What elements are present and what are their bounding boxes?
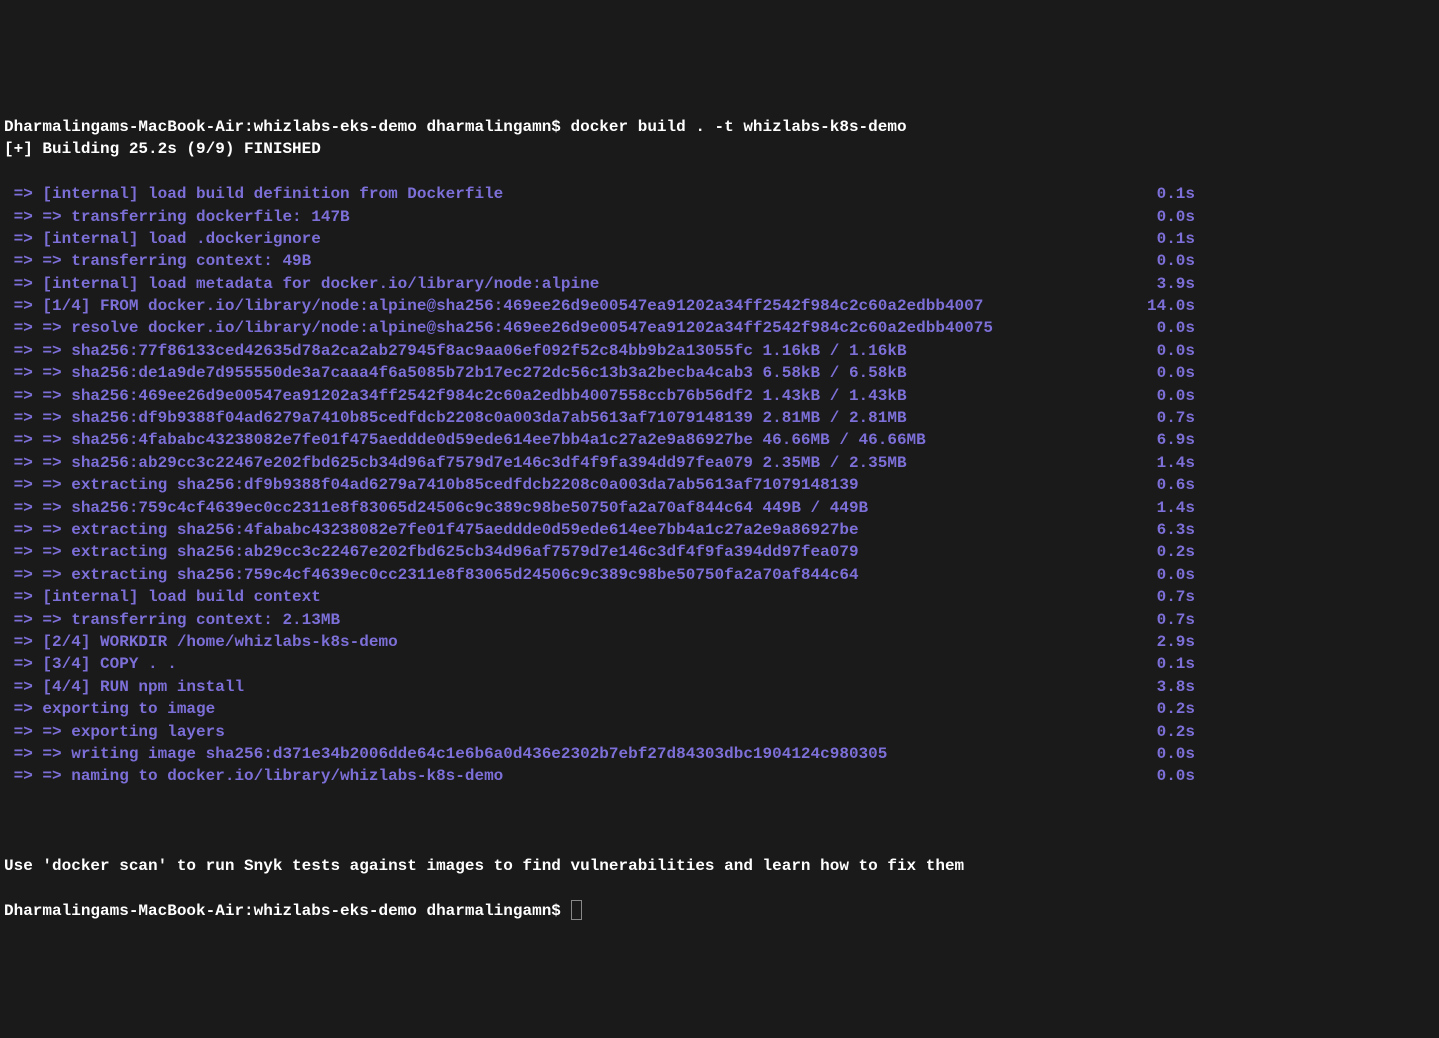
- build-step-line: => [2/4] WORKDIR /home/whizlabs-k8s-demo…: [4, 631, 1435, 653]
- build-step-line: => => extracting sha256:df9b9388f04ad627…: [4, 474, 1435, 496]
- build-step-text: => exporting to image: [4, 698, 215, 720]
- build-step-text: => [1/4] FROM docker.io/library/node:alp…: [4, 295, 983, 317]
- build-step-line: => [internal] load metadata for docker.i…: [4, 273, 1435, 295]
- build-step-duration: 0.2s: [1157, 721, 1435, 743]
- build-step-line: => => sha256:de1a9de7d955550de3a7caaa4f6…: [4, 362, 1435, 384]
- build-step-text: => [internal] load build context: [4, 586, 321, 608]
- build-step-line: => => transferring context: 49B 0.0s: [4, 250, 1435, 272]
- scan-hint: Use 'docker scan' to run Snyk tests agai…: [4, 855, 1435, 877]
- build-step-text: => => transferring context: 49B: [4, 250, 311, 272]
- terminal-cursor[interactable]: [571, 900, 582, 920]
- build-step-duration: 0.0s: [1157, 765, 1435, 787]
- build-step-duration: 6.9s: [1157, 429, 1435, 451]
- build-step-text: => => naming to docker.io/library/whizla…: [4, 765, 503, 787]
- build-step-line: => => sha256:4fababc43238082e7fe01f475ae…: [4, 429, 1435, 451]
- build-step-line: => => writing image sha256:d371e34b2006d…: [4, 743, 1435, 765]
- build-step-line: => => extracting sha256:4fababc43238082e…: [4, 519, 1435, 541]
- build-step-line: => => extracting sha256:759c4cf4639ec0cc…: [4, 564, 1435, 586]
- terminal-output[interactable]: Dharmalingams-MacBook-Air:whizlabs-eks-d…: [4, 94, 1435, 922]
- build-step-text: => => sha256:4fababc43238082e7fe01f475ae…: [4, 429, 926, 451]
- build-step-text: => => sha256:77f86133ced42635d78a2ca2ab2…: [4, 340, 907, 362]
- build-step-line: => => sha256:ab29cc3c22467e202fbd625cb34…: [4, 452, 1435, 474]
- build-step-duration: 0.1s: [1157, 653, 1435, 675]
- build-step-text: => => exporting layers: [4, 721, 225, 743]
- blank-line: [4, 810, 1435, 832]
- build-step-line: => [internal] load .dockerignore 0.1s: [4, 228, 1435, 250]
- build-step-text: => [3/4] COPY . .: [4, 653, 177, 675]
- build-step-duration: 0.0s: [1157, 317, 1435, 339]
- build-step-text: => => extracting sha256:df9b9388f04ad627…: [4, 474, 859, 496]
- build-step-text: => [4/4] RUN npm install: [4, 676, 244, 698]
- build-step-line: => [internal] load build definition from…: [4, 183, 1435, 205]
- build-step-text: => => sha256:df9b9388f04ad6279a7410b85ce…: [4, 407, 907, 429]
- build-step-line: => => sha256:77f86133ced42635d78a2ca2ab2…: [4, 340, 1435, 362]
- build-step-duration: 3.9s: [1157, 273, 1435, 295]
- build-step-duration: 0.0s: [1157, 206, 1435, 228]
- build-step-duration: 0.0s: [1157, 564, 1435, 586]
- build-step-text: => => transferring context: 2.13MB: [4, 609, 340, 631]
- build-step-duration: 0.2s: [1157, 541, 1435, 563]
- build-step-duration: 0.0s: [1157, 340, 1435, 362]
- build-step-duration: 6.3s: [1157, 519, 1435, 541]
- build-step-line: => => sha256:759c4cf4639ec0cc2311e8f8306…: [4, 497, 1435, 519]
- build-step-line: => [1/4] FROM docker.io/library/node:alp…: [4, 295, 1435, 317]
- shell-prompt: Dharmalingams-MacBook-Air:whizlabs-eks-d…: [4, 118, 571, 136]
- build-step-text: => [internal] load build definition from…: [4, 183, 503, 205]
- build-step-line: => => sha256:df9b9388f04ad6279a7410b85ce…: [4, 407, 1435, 429]
- build-step-text: => [internal] load metadata for docker.i…: [4, 273, 599, 295]
- build-step-duration: 3.8s: [1157, 676, 1435, 698]
- build-step-duration: 0.1s: [1157, 228, 1435, 250]
- build-step-duration: 1.4s: [1157, 497, 1435, 519]
- build-step-duration: 0.2s: [1157, 698, 1435, 720]
- build-step-text: => => resolve docker.io/library/node:alp…: [4, 317, 993, 339]
- build-step-duration: 0.0s: [1157, 385, 1435, 407]
- build-step-line: => => exporting layers 0.2s: [4, 721, 1435, 743]
- build-step-text: => => extracting sha256:759c4cf4639ec0cc…: [4, 564, 859, 586]
- build-step-duration: 0.0s: [1157, 743, 1435, 765]
- build-step-duration: 0.7s: [1157, 407, 1435, 429]
- build-step-text: => => sha256:469ee26d9e00547ea91202a34ff…: [4, 385, 907, 407]
- build-step-text: => => sha256:ab29cc3c22467e202fbd625cb34…: [4, 452, 907, 474]
- build-step-duration: 1.4s: [1157, 452, 1435, 474]
- build-step-line: => => transferring context: 2.13MB 0.7s: [4, 609, 1435, 631]
- build-step-line: => exporting to image 0.2s: [4, 698, 1435, 720]
- build-step-text: => => sha256:759c4cf4639ec0cc2311e8f8306…: [4, 497, 868, 519]
- build-step-text: => => transferring dockerfile: 147B: [4, 206, 350, 228]
- build-step-line: => => extracting sha256:ab29cc3c22467e20…: [4, 541, 1435, 563]
- build-step-duration: 0.0s: [1157, 362, 1435, 384]
- build-status: [+] Building 25.2s (9/9) FINISHED: [4, 138, 1435, 160]
- build-step-text: => => extracting sha256:4fababc43238082e…: [4, 519, 859, 541]
- build-step-line: => [4/4] RUN npm install 3.8s: [4, 676, 1435, 698]
- build-step-text: => [2/4] WORKDIR /home/whizlabs-k8s-demo: [4, 631, 398, 653]
- build-step-line: => [internal] load build context 0.7s: [4, 586, 1435, 608]
- build-step-text: => => sha256:de1a9de7d955550de3a7caaa4f6…: [4, 362, 907, 384]
- build-step-duration: 14.0s: [1147, 295, 1435, 317]
- build-step-line: => => resolve docker.io/library/node:alp…: [4, 317, 1435, 339]
- build-step-line: => [3/4] COPY . . 0.1s: [4, 653, 1435, 675]
- build-step-duration: 2.9s: [1157, 631, 1435, 653]
- build-step-duration: 0.7s: [1157, 586, 1435, 608]
- build-step-text: => => extracting sha256:ab29cc3c22467e20…: [4, 541, 859, 563]
- build-step-line: => => transferring dockerfile: 147B 0.0s: [4, 206, 1435, 228]
- build-step-line: => => naming to docker.io/library/whizla…: [4, 765, 1435, 787]
- build-step-duration: 0.0s: [1157, 250, 1435, 272]
- build-step-duration: 0.7s: [1157, 609, 1435, 631]
- docker-build-command: docker build . -t whizlabs-k8s-demo: [571, 118, 907, 136]
- build-step-line: => => sha256:469ee26d9e00547ea91202a34ff…: [4, 385, 1435, 407]
- build-step-text: => => writing image sha256:d371e34b2006d…: [4, 743, 887, 765]
- shell-prompt-2: Dharmalingams-MacBook-Air:whizlabs-eks-d…: [4, 902, 571, 920]
- build-step-duration: 0.6s: [1157, 474, 1435, 496]
- build-step-text: => [internal] load .dockerignore: [4, 228, 321, 250]
- build-step-duration: 0.1s: [1157, 183, 1435, 205]
